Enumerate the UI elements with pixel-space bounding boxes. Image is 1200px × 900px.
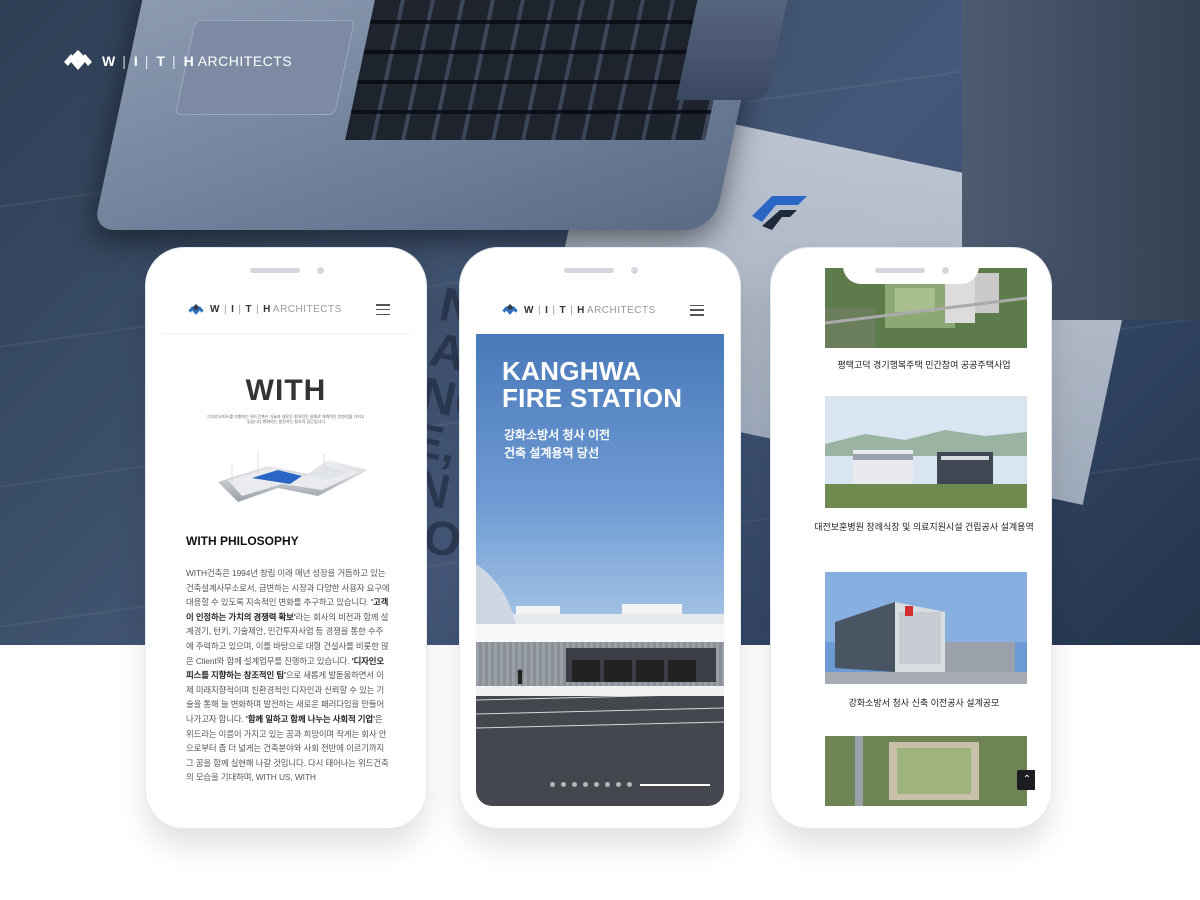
project-caption: 평택고덕 경기행복주택 민간참여 공공주택사업 bbox=[837, 360, 1011, 370]
brand-letter-t: T bbox=[245, 304, 253, 315]
phone-speaker bbox=[564, 268, 614, 273]
slider-dot[interactable] bbox=[594, 782, 599, 787]
phone-mockup-main-slider: W | I | T | H ARCHITECTS KANGHWA FIRE STATI… bbox=[460, 248, 740, 828]
with-logo-icon bbox=[502, 304, 518, 315]
mobile-logo[interactable]: W | I | T | H ARCHITECTS bbox=[188, 303, 342, 316]
phone-speaker bbox=[875, 268, 925, 273]
brand-letter-w: W bbox=[102, 53, 116, 69]
brand-divider: | bbox=[537, 304, 542, 316]
phone-screen: W | I | T | H ARCHITECTS WITH 디자인오피스를 지향하는 … bbox=[162, 286, 410, 806]
hero-subtitle-line: 건축 설계용역 당선 bbox=[504, 446, 599, 460]
paper-logo-mark bbox=[752, 196, 807, 230]
phone-camera bbox=[631, 267, 638, 274]
slider-dot[interactable] bbox=[572, 782, 577, 787]
slider-dot[interactable] bbox=[561, 782, 566, 787]
brand-logo: W | I | T | H ARCHITECTS bbox=[64, 50, 292, 72]
brand-letter-h: H bbox=[263, 304, 271, 315]
laptop-keyboard bbox=[345, 0, 735, 140]
mobile-header: W | I | T | H ARCHITECTS bbox=[476, 286, 724, 334]
hero-title-line: FIRE STATION bbox=[502, 383, 683, 413]
with-logo-icon bbox=[64, 50, 92, 70]
brand-wordmark: W | I | T | H ARCHITECTS bbox=[102, 53, 292, 69]
phone-camera bbox=[942, 267, 949, 274]
project-caption: 대전보훈병원 장례식장 및 의료지원시설 건립공사 설계용역 bbox=[814, 522, 1034, 532]
brand-letter-w: W bbox=[524, 304, 534, 316]
philosophy-text: 은 위드라는 이름이 가지고 있는 꿈과 희망이며 작게는 회사 안으로부터 좀… bbox=[186, 713, 389, 783]
brand-architects: ARCHITECTS bbox=[586, 304, 656, 316]
with-logo-icon bbox=[188, 303, 204, 315]
fire-station-image bbox=[476, 564, 724, 806]
slider-dot[interactable] bbox=[583, 782, 588, 787]
brand-letter-i: I bbox=[231, 304, 235, 315]
project-image bbox=[825, 736, 1027, 806]
phone-notch bbox=[843, 262, 979, 284]
brand-architects: ARCHITECTS bbox=[197, 53, 293, 69]
hero-subtitle-line: 강화소방서 청사 이전 bbox=[504, 428, 611, 442]
slider-dot[interactable] bbox=[616, 782, 621, 787]
project-caption: 강화소방서 청사 신축 이전공사 설계공모 bbox=[848, 698, 1000, 708]
hero-slide[interactable]: KANGHWA FIRE STATION 강화소방서 청사 이전 건축 설계용역… bbox=[476, 334, 724, 806]
laptop-screen bbox=[676, 0, 794, 100]
slider-dot[interactable] bbox=[605, 782, 610, 787]
with-hero-subtext: 디자인오피스를 지향하는 위드건축은 기술과 새로운 창의적인 설계로 체계적인… bbox=[207, 414, 365, 424]
brand-divider: | bbox=[171, 53, 177, 69]
brand-divider: | bbox=[238, 304, 242, 315]
project-image bbox=[825, 572, 1027, 684]
brand-divider: | bbox=[122, 53, 127, 69]
mobile-wordmark: W | I | T | H ARCHITECTS bbox=[524, 305, 656, 316]
mobile-wordmark: W | I | T | H ARCHITECTS bbox=[210, 304, 342, 315]
phone-mockup-philosophy: W | I | T | H ARCHITECTS WITH 디자인오피스를 지향하는 … bbox=[146, 248, 426, 828]
with-hero-graphic: WITH 디자인오피스를 지향하는 위드건축은 기술과 새로운 창의적인 설계로… bbox=[162, 334, 410, 514]
mobile-header: W | I | T | H ARCHITECTS bbox=[162, 286, 410, 334]
phone-screen: 평택고덕 경기행복주택 민간참여 공공주택사업 대전보훈병원 장례식장 및 의료… bbox=[787, 266, 1035, 806]
brand-letter-i: I bbox=[133, 53, 138, 69]
menu-icon[interactable] bbox=[690, 304, 704, 316]
brand-letter-w: W bbox=[210, 304, 220, 315]
brand-letter-t: T bbox=[156, 53, 165, 69]
phone-screen: W | I | T | H ARCHITECTS KANGHWA FIRE STATI… bbox=[476, 286, 724, 806]
with-hero-word: WITH bbox=[245, 374, 327, 407]
philosophy-highlight: '함께 일하고 함께 나누는 사회적 기업' bbox=[245, 713, 375, 724]
phone-camera bbox=[317, 267, 324, 274]
brand-divider: | bbox=[256, 304, 260, 315]
philosophy-body: WITH건축은 1994년 창립 이래 매년 성장을 거듭하고 있는 건축설계사… bbox=[186, 566, 390, 785]
slider-pagination bbox=[550, 782, 710, 787]
philosophy-title: WITH PHILOSOPHY bbox=[186, 534, 299, 548]
brand-letter-h: H bbox=[183, 53, 194, 69]
brand-letter-i: I bbox=[545, 304, 549, 316]
phone-speaker bbox=[250, 268, 300, 273]
mobile-logo[interactable]: W | I | T | H ARCHITECTS bbox=[502, 304, 656, 316]
slider-dot[interactable] bbox=[627, 782, 632, 787]
scroll-to-top-button[interactable]: ⌃ bbox=[1017, 770, 1035, 790]
brand-divider: | bbox=[570, 304, 574, 316]
slider-progress-bar bbox=[640, 783, 710, 786]
brand-letter-h: H bbox=[577, 304, 585, 316]
hero-subtitle: 강화소방서 청사 이전 건축 설계용역 당선 bbox=[504, 426, 610, 462]
philosophy-text: WITH건축은 1994년 창립 이래 매년 성장을 거듭하고 있는 건축설계사… bbox=[186, 568, 390, 608]
hero-title: KANGHWA FIRE STATION bbox=[502, 358, 682, 412]
menu-icon[interactable] bbox=[376, 304, 390, 315]
phone-mockup-project-list: 평택고덕 경기행복주택 민간참여 공공주택사업 대전보훈병원 장례식장 및 의료… bbox=[771, 248, 1051, 828]
brand-divider: | bbox=[552, 304, 556, 316]
brand-divider: | bbox=[144, 53, 150, 69]
with-3d-logo-illustration bbox=[218, 452, 368, 502]
brand-architects: ARCHITECTS bbox=[272, 304, 342, 315]
slider-dot[interactable] bbox=[550, 782, 555, 787]
brand-divider: | bbox=[223, 304, 228, 315]
project-image bbox=[825, 396, 1027, 508]
brand-letter-t: T bbox=[559, 304, 567, 316]
hero-title-line: KANGHWA bbox=[502, 356, 642, 386]
